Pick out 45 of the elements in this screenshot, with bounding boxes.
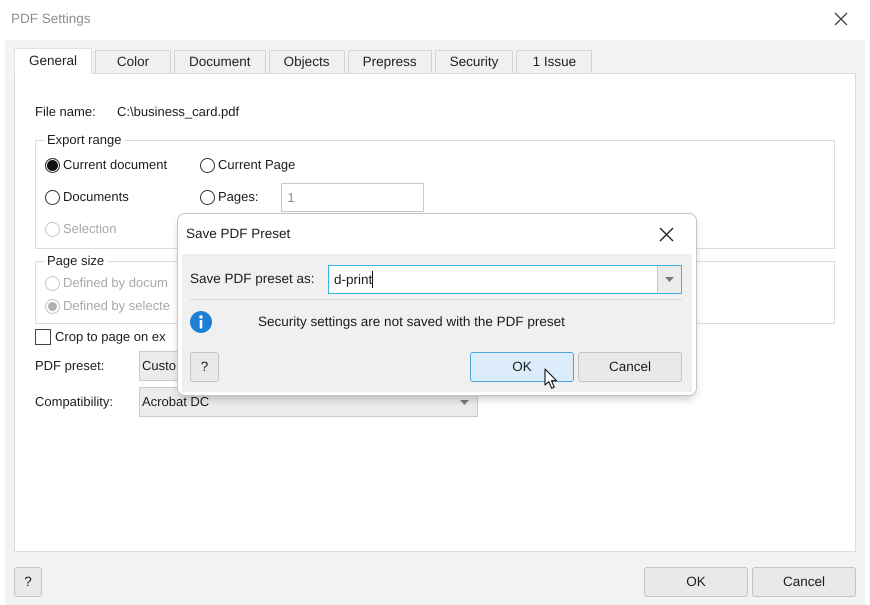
radio-label: Current document <box>63 156 168 174</box>
radio-button[interactable] <box>200 158 215 172</box>
radio-label: Defined by selecte <box>63 297 170 316</box>
tab[interactable]: Objects <box>268 50 345 73</box>
radio-label: Documents <box>63 188 129 206</box>
tab[interactable]: Document <box>174 50 266 73</box>
close-icon[interactable] <box>834 12 848 26</box>
help-button[interactable]: ? <box>190 352 219 382</box>
group-title: Page size <box>46 252 106 270</box>
dropdown-button[interactable] <box>657 266 681 293</box>
radio-label: Current Page <box>218 156 296 174</box>
field-label: PDF preset: <box>35 357 106 376</box>
info-icon <box>190 311 212 333</box>
radio-label: Defined by docum <box>63 274 168 292</box>
preset-name-combobox[interactable]: d-print <box>328 265 682 294</box>
tab[interactable]: Security <box>434 50 514 73</box>
radio-button[interactable] <box>45 158 60 172</box>
help-button[interactable]: ? <box>14 567 42 597</box>
radio-button[interactable] <box>45 190 60 204</box>
field-label: Save PDF preset as: <box>190 270 315 288</box>
checkbox-label: Crop to page on ex <box>55 328 166 346</box>
field-label: Compatibility: <box>35 393 114 412</box>
caret-icon <box>460 400 469 404</box>
dialog-title: Save PDF Preset <box>186 224 290 243</box>
caret-icon <box>665 277 674 282</box>
info-message: Security settings are not saved with the PDF preset <box>258 312 565 331</box>
file-name-value: C:\business_card.pdf <box>117 103 240 122</box>
radio-button[interactable] <box>200 190 215 204</box>
close-icon[interactable] <box>659 226 674 242</box>
radio-label: Selection <box>63 220 116 238</box>
tab[interactable]: Color <box>95 50 172 73</box>
ok-button[interactable]: OK <box>470 352 574 382</box>
tab[interactable]: General <box>14 48 92 74</box>
cancel-button[interactable]: Cancel <box>752 567 856 597</box>
field-label: File name: <box>35 103 97 122</box>
group-title: Export range <box>46 131 122 149</box>
radio-label: Pages: <box>218 188 258 206</box>
window-title: PDF Settings <box>11 10 91 28</box>
text-cursor-icon <box>372 271 374 288</box>
cancel-button[interactable]: Cancel <box>578 352 682 382</box>
tab[interactable]: Prepress <box>348 50 432 73</box>
mouse-pointer-icon <box>544 368 558 390</box>
ok-button[interactable]: OK <box>644 567 748 597</box>
tab[interactable]: 1 Issue <box>516 50 592 73</box>
checkbox[interactable] <box>35 329 51 345</box>
